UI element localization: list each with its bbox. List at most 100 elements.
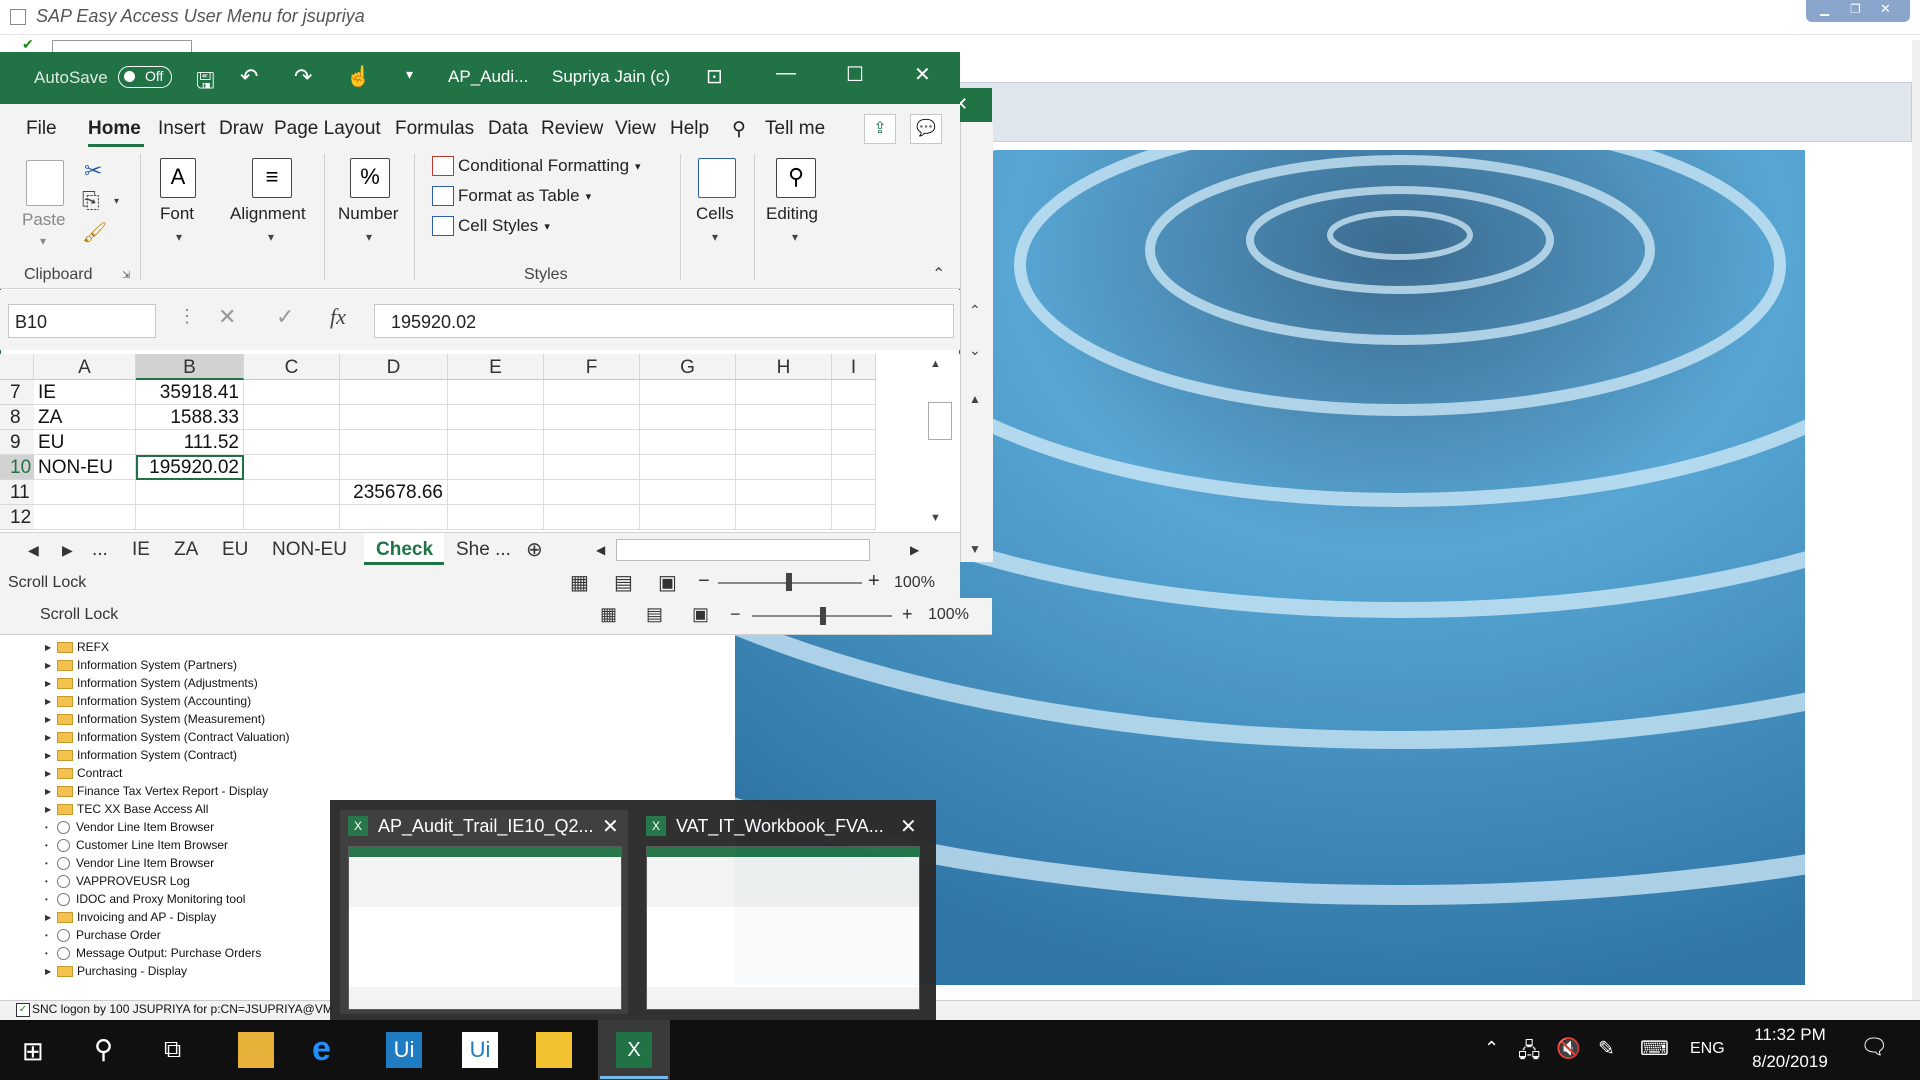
internet-explorer-icon[interactable]: e [312,1030,331,1069]
table-cell[interactable] [640,430,736,455]
column-header[interactable]: I [832,354,876,380]
cells-button[interactable]: Cells [696,204,734,224]
table-cell[interactable] [640,480,736,505]
table-cell[interactable] [34,480,136,505]
row-header[interactable]: 10 [0,455,34,480]
tree-item[interactable]: ▶ Information System (Accounting) [45,692,685,710]
format-painter-icon[interactable]: 🖌 [82,220,107,245]
input-language[interactable]: ENG [1690,1040,1725,1058]
cancel-icon[interactable]: ✕ [218,304,236,330]
clock-time[interactable]: 11:32 PM [1730,1025,1850,1045]
table-cell[interactable]: IE [34,380,136,405]
column-header[interactable]: B [136,354,244,380]
zoom-level[interactable]: 100% [894,574,935,592]
row-header[interactable]: 9 [0,430,34,455]
table-cell[interactable] [832,405,876,430]
insert-function-button[interactable]: fx [330,304,346,330]
copy-dropdown-icon[interactable]: ▾ [114,196,119,207]
zoom-out-icon[interactable]: − [698,570,710,593]
column-header[interactable]: G [640,354,736,380]
expand-arrow-icon[interactable]: ▶ [45,697,57,706]
row-header[interactable]: 11 [0,480,34,505]
conditional-formatting-button[interactable]: Conditional Formatting ▾ [432,156,641,176]
table-cell[interactable] [340,455,448,480]
table-cell[interactable] [340,380,448,405]
column-header[interactable]: F [544,354,640,380]
table-cell[interactable] [736,380,832,405]
close-icon[interactable]: ✕ [914,62,931,87]
close-icon[interactable]: ✕ [1880,1,1891,17]
expand-arrow-icon[interactable]: ▶ [45,967,57,976]
table-cell[interactable] [340,430,448,455]
sap-logon-icon[interactable] [536,1032,572,1068]
table-cell[interactable] [244,430,340,455]
table-cell[interactable] [544,455,640,480]
sheet-tab-za[interactable]: ZA [174,539,198,561]
expand-arrow-icon[interactable]: ▶ [45,751,57,760]
cell-styles-button[interactable]: Cell Styles ▾ [432,216,550,236]
expand-arrow-icon[interactable]: ▶ [45,643,57,652]
table-cell[interactable] [34,505,136,530]
table-cell[interactable]: EU [34,430,136,455]
uipath-studio-icon[interactable]: Ui [386,1032,422,1068]
row-header[interactable]: 7 [0,380,34,405]
table-cell[interactable]: 195920.02 [136,455,244,480]
table-cell[interactable] [448,480,544,505]
tree-item[interactable]: ▶ Information System (Adjustments) [45,674,685,692]
table-cell[interactable] [544,430,640,455]
task-view-icon[interactable]: ⧉ [164,1036,181,1064]
name-box[interactable]: B10 [8,304,156,338]
table-cell[interactable] [736,430,832,455]
sheet-tab-more[interactable]: ... [92,539,108,561]
next-sheet-icon[interactable]: ▶ [62,542,73,559]
scroll-up-icon[interactable]: ▲ [930,358,941,370]
show-hidden-icons-icon[interactable]: ⌃ [1484,1038,1499,1059]
copy-icon[interactable]: ⎘ [82,188,100,214]
user-name[interactable]: Supriya Jain (c) [552,67,670,87]
table-cell[interactable] [736,455,832,480]
format-as-table-button[interactable]: Format as Table ▾ [432,186,591,206]
add-sheet-icon[interactable]: ⊕ [526,537,543,562]
table-cell[interactable] [736,480,832,505]
customize-qat-icon[interactable]: ▾ [406,66,413,83]
search-icon[interactable]: ⚲ [776,158,816,198]
sheet-tab-she[interactable]: She ... [456,539,511,561]
scroll-right-icon[interactable]: ▶ [910,543,919,557]
select-all-corner[interactable] [0,354,34,380]
comments-icon[interactable]: 💬 [910,114,942,144]
tree-item[interactable]: ▶ Finance Tax Vertex Report - Display [45,782,685,800]
enter-icon[interactable]: ✓ [276,304,294,330]
table-cell[interactable] [736,505,832,530]
expand-arrow-icon[interactable]: ▶ [45,805,57,814]
number-button[interactable]: Number [338,204,398,224]
collapse-ribbon-icon[interactable]: ⌃ [932,264,945,284]
table-cell[interactable]: 35918.41 [136,380,244,405]
table-cell[interactable]: ZA [34,405,136,430]
tree-item[interactable]: ▶ Contract [45,764,685,782]
uipath-robot-icon[interactable]: Ui [462,1032,498,1068]
tab-data[interactable]: Data [488,118,528,140]
file-explorer-icon[interactable] [238,1032,274,1068]
sheet-tab-check[interactable]: Check [376,539,433,561]
zoom-level[interactable]: 100% [928,606,969,624]
table-cell[interactable] [244,380,340,405]
save-icon[interactable]: 🖫 [196,64,215,102]
tab-draw[interactable]: Draw [219,118,263,140]
page-layout-icon[interactable]: ▤ [614,570,633,595]
excel-window-2-scrollbar[interactable]: ⌃ ⌄ ▲ ▼ [960,122,993,562]
tell-me-search[interactable]: Tell me [765,118,825,140]
table-cell[interactable] [832,430,876,455]
touch-mode-icon[interactable]: ☝ [346,64,371,89]
ribbon-display-icon[interactable]: ⊡ [706,64,723,89]
page-break-icon[interactable]: ▣ [658,570,677,595]
table-cell[interactable] [832,455,876,480]
tree-item[interactable]: ▶ Information System (Measurement) [45,710,685,728]
alignment-dropdown-icon[interactable]: ▾ [268,230,274,244]
table-cell[interactable] [640,455,736,480]
editing-button[interactable]: Editing [766,204,818,224]
undo-icon[interactable]: ↶ [240,64,258,90]
zoom-out-icon[interactable]: − [730,604,741,625]
number-format-icon[interactable]: % [350,158,390,198]
network-icon[interactable]: 🖧 [1518,1036,1540,1070]
tab-file[interactable]: File [26,118,57,140]
